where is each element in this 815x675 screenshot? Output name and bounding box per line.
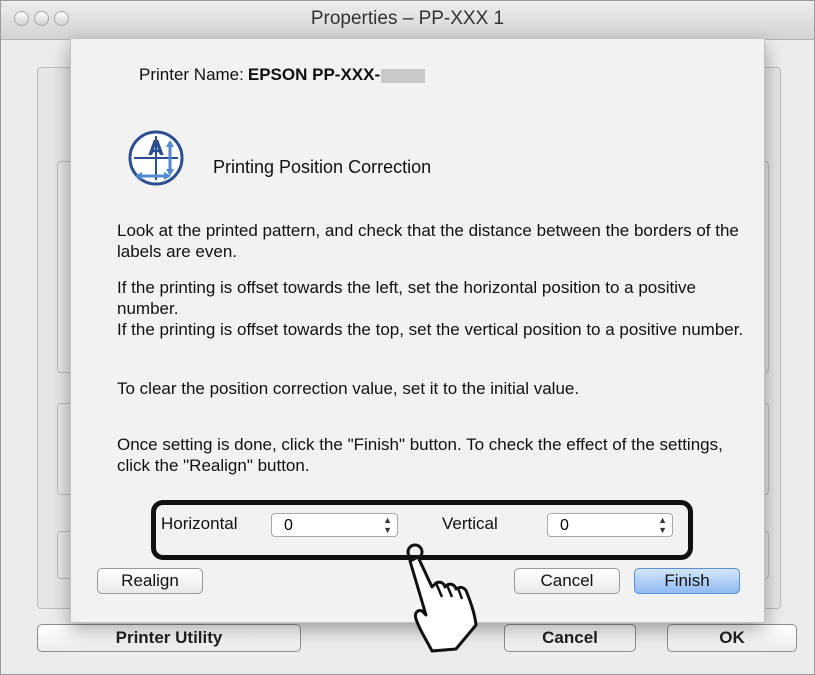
instruction-pattern: Look at the printed pattern, and check t…: [117, 221, 739, 261]
printer-utility-button[interactable]: Printer Utility: [37, 624, 301, 652]
window-cancel-button[interactable]: Cancel: [504, 624, 636, 652]
horizontal-stepper[interactable]: 0 ▲ ▼: [271, 513, 398, 537]
redacted-serial: [381, 68, 426, 83]
stepper-arrows-icon[interactable]: ▲ ▼: [658, 515, 667, 535]
realign-button[interactable]: Realign: [97, 568, 203, 594]
instruction-clear: To clear the position correction value, …: [117, 379, 580, 398]
position-correction-sheet: Printer Name: EPSON PP-XXX- A Printing Po…: [70, 39, 765, 623]
vertical-label: Vertical: [442, 514, 498, 533]
horizontal-label: Horizontal: [161, 514, 238, 533]
instruction-horizontal: If the printing is offset towards the le…: [117, 278, 696, 318]
svg-text:A: A: [148, 136, 164, 160]
finish-button[interactable]: Finish: [634, 568, 740, 594]
window-title: Properties – PP-XXX 1: [310, 8, 505, 29]
pointing-hand-icon: [406, 543, 478, 653]
printer-name-value: EPSON PP-XXX-: [247, 65, 381, 84]
title-bar[interactable]: Properties – PP-XXX 1: [1, 1, 814, 40]
vertical-stepper[interactable]: 0 ▲ ▼: [547, 513, 673, 537]
instruction-vertical: If the printing is offset towards the to…: [117, 320, 744, 339]
vertical-value[interactable]: 0: [560, 517, 569, 534]
properties-window: Properties – PP-XXX 1 Printer Utility Ca…: [0, 0, 815, 675]
position-correction-icon: A: [128, 130, 184, 186]
printer-name-row: Printer Name: EPSON PP-XXX-: [139, 65, 426, 85]
ok-button[interactable]: OK: [667, 624, 797, 652]
horizontal-value[interactable]: 0: [284, 517, 293, 534]
feature-title: Printing Position Correction: [213, 157, 432, 177]
sheet-cancel-button[interactable]: Cancel: [514, 568, 620, 594]
printer-name-label: Printer Name:: [139, 65, 244, 84]
instruction-finish: Once setting is done, click the "Finish"…: [117, 435, 723, 475]
stepper-arrows-icon[interactable]: ▲ ▼: [383, 515, 392, 535]
